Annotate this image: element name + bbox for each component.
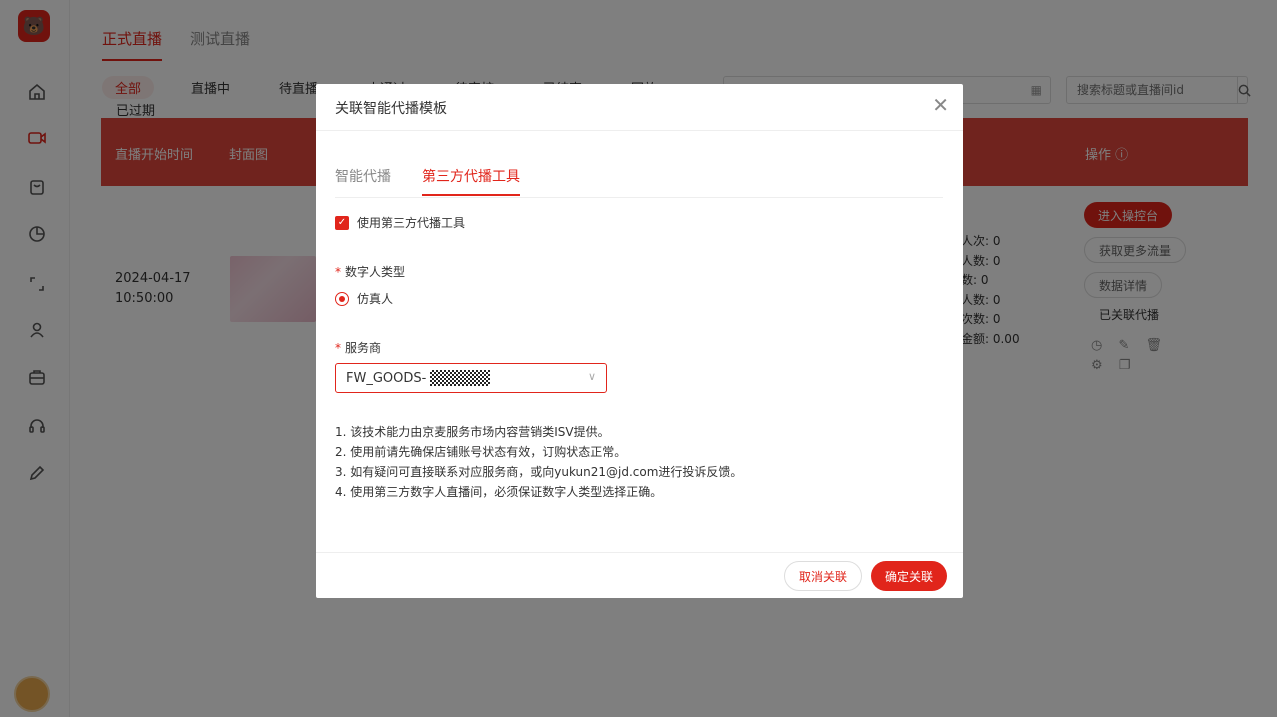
link-template-modal: 关联智能代播模板 ✕ 智能代播 第三方代播工具 ✓ 使用第三方代播工具 * 数字人… xyxy=(316,84,963,598)
use-third-party-checkbox-row: ✓ 使用第三方代播工具 xyxy=(335,214,465,231)
chevron-down-icon: ∨ xyxy=(587,370,596,383)
use-third-party-checkbox[interactable]: ✓ xyxy=(335,215,349,230)
modal-title: 关联智能代播模板 xyxy=(335,101,447,117)
note-1: 1. 该技术能力由京麦服务市场内容营销类ISV提供。 xyxy=(335,425,610,439)
confirm-link-button[interactable]: 确定关联 xyxy=(871,561,948,591)
cancel-link-button[interactable]: 取消关联 xyxy=(784,561,863,591)
use-third-party-label: 使用第三方代播工具 xyxy=(357,216,466,230)
digital-type-radio[interactable] xyxy=(335,291,349,306)
tab-smart-broadcast[interactable]: 智能代播 xyxy=(335,166,391,194)
digital-type-radio-row: 仿真人 xyxy=(335,290,393,307)
provider-label: * 服务商 xyxy=(335,341,382,355)
digital-type-value: 仿真人 xyxy=(357,292,394,306)
redacted-mask xyxy=(430,370,491,386)
digital-type-label: * 数字人类型 xyxy=(335,265,406,279)
note-4: 4. 使用第三方数字人直播间，必须保证数字人类型选择正确。 xyxy=(335,485,663,499)
provider-value: FW_GOODS- xyxy=(346,370,427,386)
modal-tabs: 智能代播 第三方代播工具 xyxy=(335,166,943,198)
tab-third-party-tool[interactable]: 第三方代播工具 xyxy=(422,166,520,196)
modal-header: 关联智能代播模板 ✕ xyxy=(316,84,963,131)
notes-list: 1. 该技术能力由京麦服务市场内容营销类ISV提供。 2. 使用前请先确保店铺账… xyxy=(335,422,935,502)
modal-footer: 取消关联 确定关联 xyxy=(316,552,963,598)
close-icon[interactable]: ✕ xyxy=(932,95,949,115)
note-2: 2. 使用前请先确保店铺账号状态有效，订购状态正常。 xyxy=(335,445,627,459)
provider-select[interactable]: FW_GOODS- ∨ xyxy=(335,363,607,393)
note-3: 3. 如有疑问可直接联系对应服务商，或向yukun21@jd.com进行投诉反馈… xyxy=(335,465,743,479)
